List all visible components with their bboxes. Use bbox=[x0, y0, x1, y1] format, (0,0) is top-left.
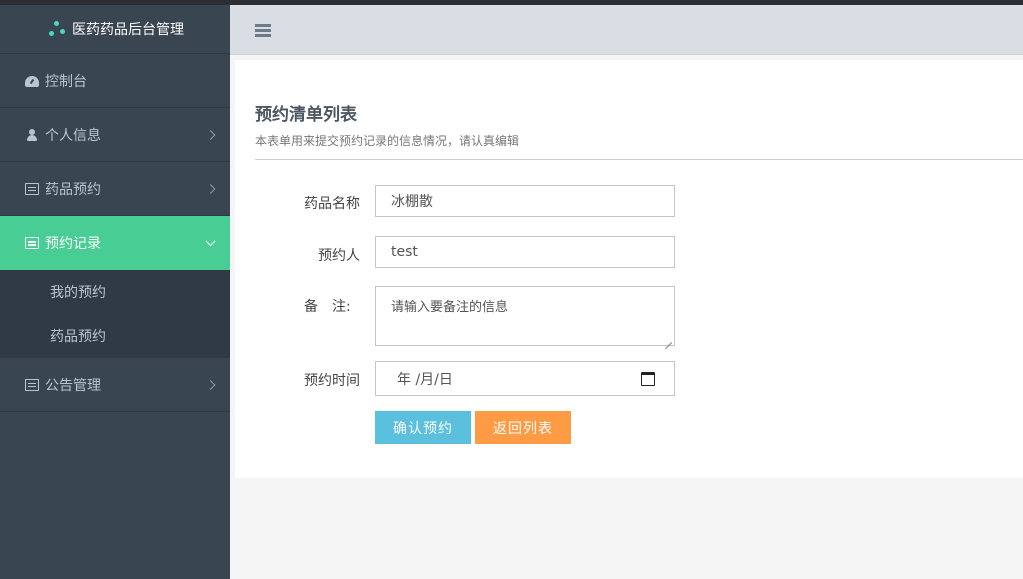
chevron-down-icon bbox=[205, 236, 216, 247]
chevron-right-icon bbox=[205, 379, 216, 390]
drug-name-value: 冰棚散 bbox=[391, 194, 433, 210]
sidebar-item-announcements[interactable]: 公告管理 bbox=[0, 358, 230, 412]
hamburger-icon[interactable] bbox=[255, 24, 271, 37]
dashboard-icon bbox=[25, 75, 39, 87]
date-input[interactable]: 年 /月/日 bbox=[375, 361, 675, 396]
list-icon bbox=[25, 237, 39, 249]
sidebar-item-label: 预约记录 bbox=[45, 236, 101, 252]
person-value: test bbox=[391, 244, 418, 260]
sidebar-item-label: 控制台 bbox=[45, 73, 87, 90]
calendar-icon[interactable] bbox=[641, 372, 655, 386]
divider bbox=[255, 159, 1023, 160]
app-title: 医药药品后台管理 bbox=[72, 22, 184, 38]
sidebar: 医药药品后台管理 控制台 个人信息 药品预约 预约记录 我的预约 药品预约 公告… bbox=[0, 5, 230, 579]
resize-handle-icon[interactable] bbox=[665, 336, 672, 343]
list-icon bbox=[25, 182, 39, 195]
sidebar-item-profile[interactable]: 个人信息 bbox=[0, 108, 230, 162]
remark-textarea[interactable]: 请输入要备注的信息 bbox=[375, 286, 675, 346]
time-label: 预约时间 bbox=[304, 373, 360, 389]
top-header bbox=[230, 5, 1023, 55]
sidebar-item-booking-records[interactable]: 预约记录 bbox=[0, 216, 230, 270]
submenu-item-label: 我的预约 bbox=[50, 285, 106, 301]
submenu-item-my-bookings[interactable]: 我的预约 bbox=[0, 270, 230, 314]
user-icon bbox=[25, 128, 39, 141]
chevron-right-icon bbox=[205, 129, 216, 140]
page-title: 预约清单列表 bbox=[255, 105, 357, 125]
drug-name-label: 药品名称 bbox=[304, 196, 360, 212]
list-icon bbox=[25, 378, 39, 391]
drug-name-input[interactable]: 冰棚散 bbox=[375, 185, 675, 217]
sidebar-item-label: 公告管理 bbox=[45, 377, 101, 394]
person-label: 预约人 bbox=[318, 248, 360, 264]
back-to-list-button[interactable]: 返回列表 bbox=[475, 411, 571, 444]
date-value: 年 /月/日 bbox=[397, 371, 453, 388]
sidebar-item-drug-booking[interactable]: 药品预约 bbox=[0, 162, 230, 216]
page-description: 本表单用来提交预约记录的信息情况，请认真编辑 bbox=[255, 134, 520, 148]
sidebar-item-dashboard[interactable]: 控制台 bbox=[0, 54, 230, 108]
submenu-item-label: 药品预约 bbox=[50, 329, 106, 345]
chevron-right-icon bbox=[205, 183, 216, 194]
remark-label: 备 注: bbox=[304, 299, 351, 315]
sidebar-item-label: 个人信息 bbox=[45, 127, 101, 144]
submenu-item-drug-booking[interactable]: 药品预约 bbox=[0, 314, 230, 358]
brand[interactable]: 医药药品后台管理 bbox=[0, 5, 230, 54]
person-input[interactable]: test bbox=[375, 236, 675, 268]
sidebar-item-label: 药品预约 bbox=[45, 181, 101, 198]
main-panel: 预约清单列表 本表单用来提交预约记录的信息情况，请认真编辑 药品名称 冰棚散 预… bbox=[235, 60, 1023, 478]
confirm-button[interactable]: 确认预约 bbox=[375, 411, 471, 444]
logo-icon bbox=[46, 20, 68, 38]
submenu-booking-records: 我的预约 药品预约 bbox=[0, 270, 230, 358]
remark-placeholder: 请输入要备注的信息 bbox=[391, 300, 509, 315]
